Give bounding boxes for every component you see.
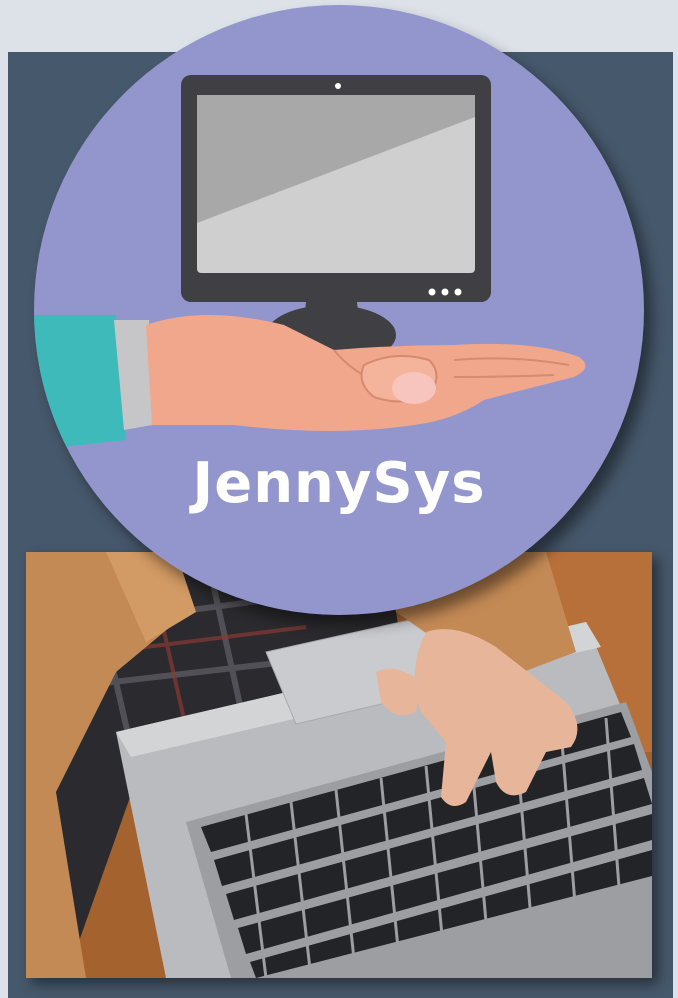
logo-badge: JennySys (34, 5, 644, 615)
brand-name: JennySys (192, 451, 486, 516)
laptop-typing-photo (26, 552, 652, 978)
monitor-in-hand-icon (34, 75, 586, 450)
